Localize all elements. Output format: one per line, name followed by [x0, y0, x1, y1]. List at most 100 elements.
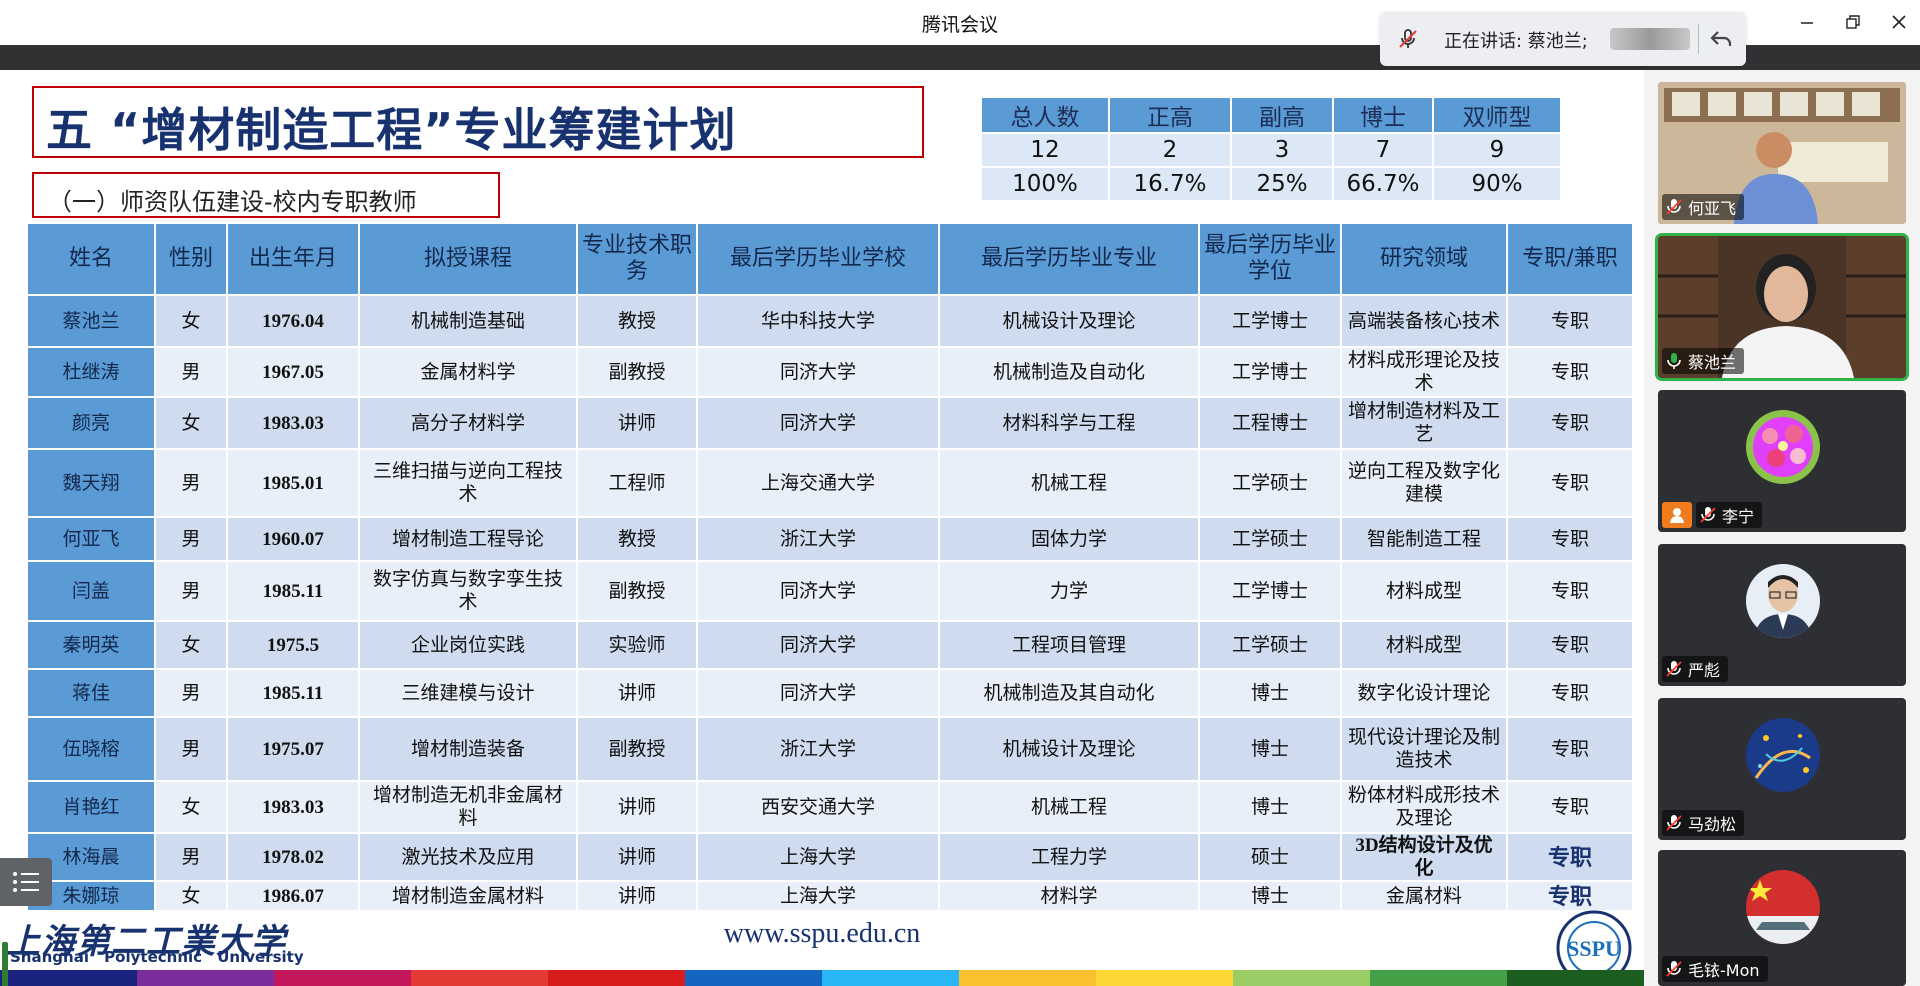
- cell-school: 浙江大学: [696, 716, 940, 782]
- return-icon[interactable]: [1708, 26, 1734, 56]
- cell-course: 数字仿真与数字孪生技术: [358, 560, 578, 622]
- restore-button[interactable]: [1830, 6, 1876, 38]
- cell-title: 讲师: [576, 780, 698, 834]
- summary-percent: 90%: [1432, 166, 1562, 202]
- summary-header-row: 总人数 正高 副高 博士 双师型: [980, 96, 1562, 134]
- cell-research: 材料成型: [1340, 620, 1508, 670]
- column-header: 出生年月: [226, 222, 360, 296]
- restore-icon: [1846, 15, 1860, 29]
- mic-muted-icon: [1666, 814, 1682, 832]
- cell-title: 教授: [576, 516, 698, 562]
- cell-gender: 女: [154, 780, 228, 834]
- summary-header: 双师型: [1432, 96, 1562, 134]
- scroll-indicator[interactable]: [2, 942, 8, 986]
- cell-major: 机械制造及其自动化: [938, 668, 1200, 718]
- summary-header: 正高: [1108, 96, 1232, 134]
- participant-name: 何亚飞: [1688, 199, 1737, 218]
- cell-name: 颜亮: [26, 396, 156, 450]
- cell-type: 专职: [1506, 560, 1634, 622]
- table-row: 颜亮 女 1983.03 高分子材料学 讲师 同济大学 材料科学与工程 工程博士…: [26, 396, 1634, 450]
- cell-type: 专职: [1506, 832, 1634, 882]
- cell-title: 副教授: [576, 346, 698, 398]
- column-header: 最后学历毕业专业: [938, 222, 1200, 296]
- cell-course: 机械制造基础: [358, 294, 578, 348]
- summary-count-row: 12 2 3 7 9: [980, 132, 1562, 168]
- participant-tile[interactable]: 马劲松: [1658, 698, 1906, 840]
- cell-degree: 博士: [1198, 668, 1342, 718]
- participant-tile[interactable]: 李宁: [1658, 390, 1906, 532]
- cell-title: 讲师: [576, 668, 698, 718]
- participant-label: 李宁: [1696, 502, 1763, 528]
- cell-major: 材料学: [938, 880, 1200, 912]
- cell-name: 秦明英: [26, 620, 156, 670]
- participant-tile[interactable]: 毛铱-Mon: [1658, 850, 1906, 986]
- cell-degree: 工学博士: [1198, 560, 1342, 622]
- cell-degree: 工程博士: [1198, 396, 1342, 450]
- cell-school: 同济大学: [696, 396, 940, 450]
- cell-type: 专职: [1506, 516, 1634, 562]
- participant-tile-active[interactable]: 蔡池兰: [1655, 233, 1909, 381]
- slide-title-box: 五 “增材制造工程”专业筹建计划: [32, 86, 924, 158]
- meeting-window: 腾讯会议 正在讲话: 蔡池兰; 五 “增材制造工程”专业筹建计划 （一）师资队伍…: [0, 0, 1920, 986]
- cell-school: 同济大学: [696, 560, 940, 622]
- column-header: 姓名: [26, 222, 156, 296]
- divider: [1698, 24, 1699, 54]
- cell-degree: 工学硕士: [1198, 448, 1342, 518]
- cell-major: 工程项目管理: [938, 620, 1200, 670]
- cell-title: 实验师: [576, 620, 698, 670]
- cell-gender: 男: [154, 448, 228, 518]
- cell-course: 企业岗位实践: [358, 620, 578, 670]
- cell-school: 同济大学: [696, 620, 940, 670]
- cell-name: 何亚飞: [26, 516, 156, 562]
- cell-name: 闫盖: [26, 560, 156, 622]
- cell-school: 浙江大学: [696, 516, 940, 562]
- summary-count: 7: [1332, 132, 1434, 168]
- cell-major: 工程力学: [938, 832, 1200, 882]
- cell-gender: 女: [154, 620, 228, 670]
- close-icon: [1892, 15, 1906, 29]
- slide-subtitle-box: （一）师资队伍建设-校内专职教师: [32, 172, 500, 218]
- cell-research: 金属材料: [1340, 880, 1508, 912]
- list-toggle-button[interactable]: [0, 858, 52, 906]
- cell-research: 数字化设计理论: [1340, 668, 1508, 718]
- summary-percent: 25%: [1230, 166, 1334, 202]
- mic-active-icon: [1666, 352, 1682, 370]
- cell-gender: 男: [154, 560, 228, 622]
- cell-school: 同济大学: [696, 668, 940, 718]
- cell-name: 伍晓榕: [26, 716, 156, 782]
- participant-avatar: [1746, 870, 1820, 944]
- cell-birth: 1986.07: [226, 880, 360, 912]
- participant-tile[interactable]: 何亚飞: [1658, 82, 1906, 224]
- participant-name: 马劲松: [1688, 815, 1737, 834]
- cell-birth: 1983.03: [226, 780, 360, 834]
- blurred-names: [1610, 28, 1690, 50]
- cell-course: 增材制造装备: [358, 716, 578, 782]
- table-row: 林海晨 男 1978.02 激光技术及应用 讲师 上海大学 工程力学 硕士 3D…: [26, 832, 1634, 882]
- slide-title: 五 “增材制造工程”专业筹建计划: [46, 103, 737, 157]
- speaking-banner: 正在讲话: 蔡池兰;: [1380, 12, 1746, 66]
- cell-title: 教授: [576, 294, 698, 348]
- column-header: 研究领域: [1340, 222, 1508, 296]
- cell-type: 专职: [1506, 294, 1634, 348]
- close-button[interactable]: [1876, 6, 1920, 38]
- cell-title: 副教授: [576, 716, 698, 782]
- emblem-text: SSPU: [1567, 936, 1621, 961]
- cell-research: 增材制造材料及工艺: [1340, 396, 1508, 450]
- cell-gender: 女: [154, 880, 228, 912]
- cell-type: 专职: [1506, 780, 1634, 834]
- participant-label: 毛铱-Mon: [1662, 956, 1768, 982]
- mic-muted-icon[interactable]: [1396, 27, 1420, 55]
- summary-percent: 66.7%: [1332, 166, 1434, 202]
- cell-course: 激光技术及应用: [358, 832, 578, 882]
- cell-birth: 1975.5: [226, 620, 360, 670]
- cell-birth: 1983.03: [226, 396, 360, 450]
- participant-avatar: [1746, 564, 1820, 638]
- participant-name: 毛铱-Mon: [1688, 961, 1760, 980]
- cell-birth: 1975.07: [226, 716, 360, 782]
- participant-tile[interactable]: 严彪: [1658, 544, 1906, 686]
- minimize-button[interactable]: [1784, 6, 1830, 38]
- column-header: 专业技术职务: [576, 222, 698, 296]
- cell-course: 增材制造工程导论: [358, 516, 578, 562]
- cell-title: 工程师: [576, 448, 698, 518]
- cell-major: 机械工程: [938, 448, 1200, 518]
